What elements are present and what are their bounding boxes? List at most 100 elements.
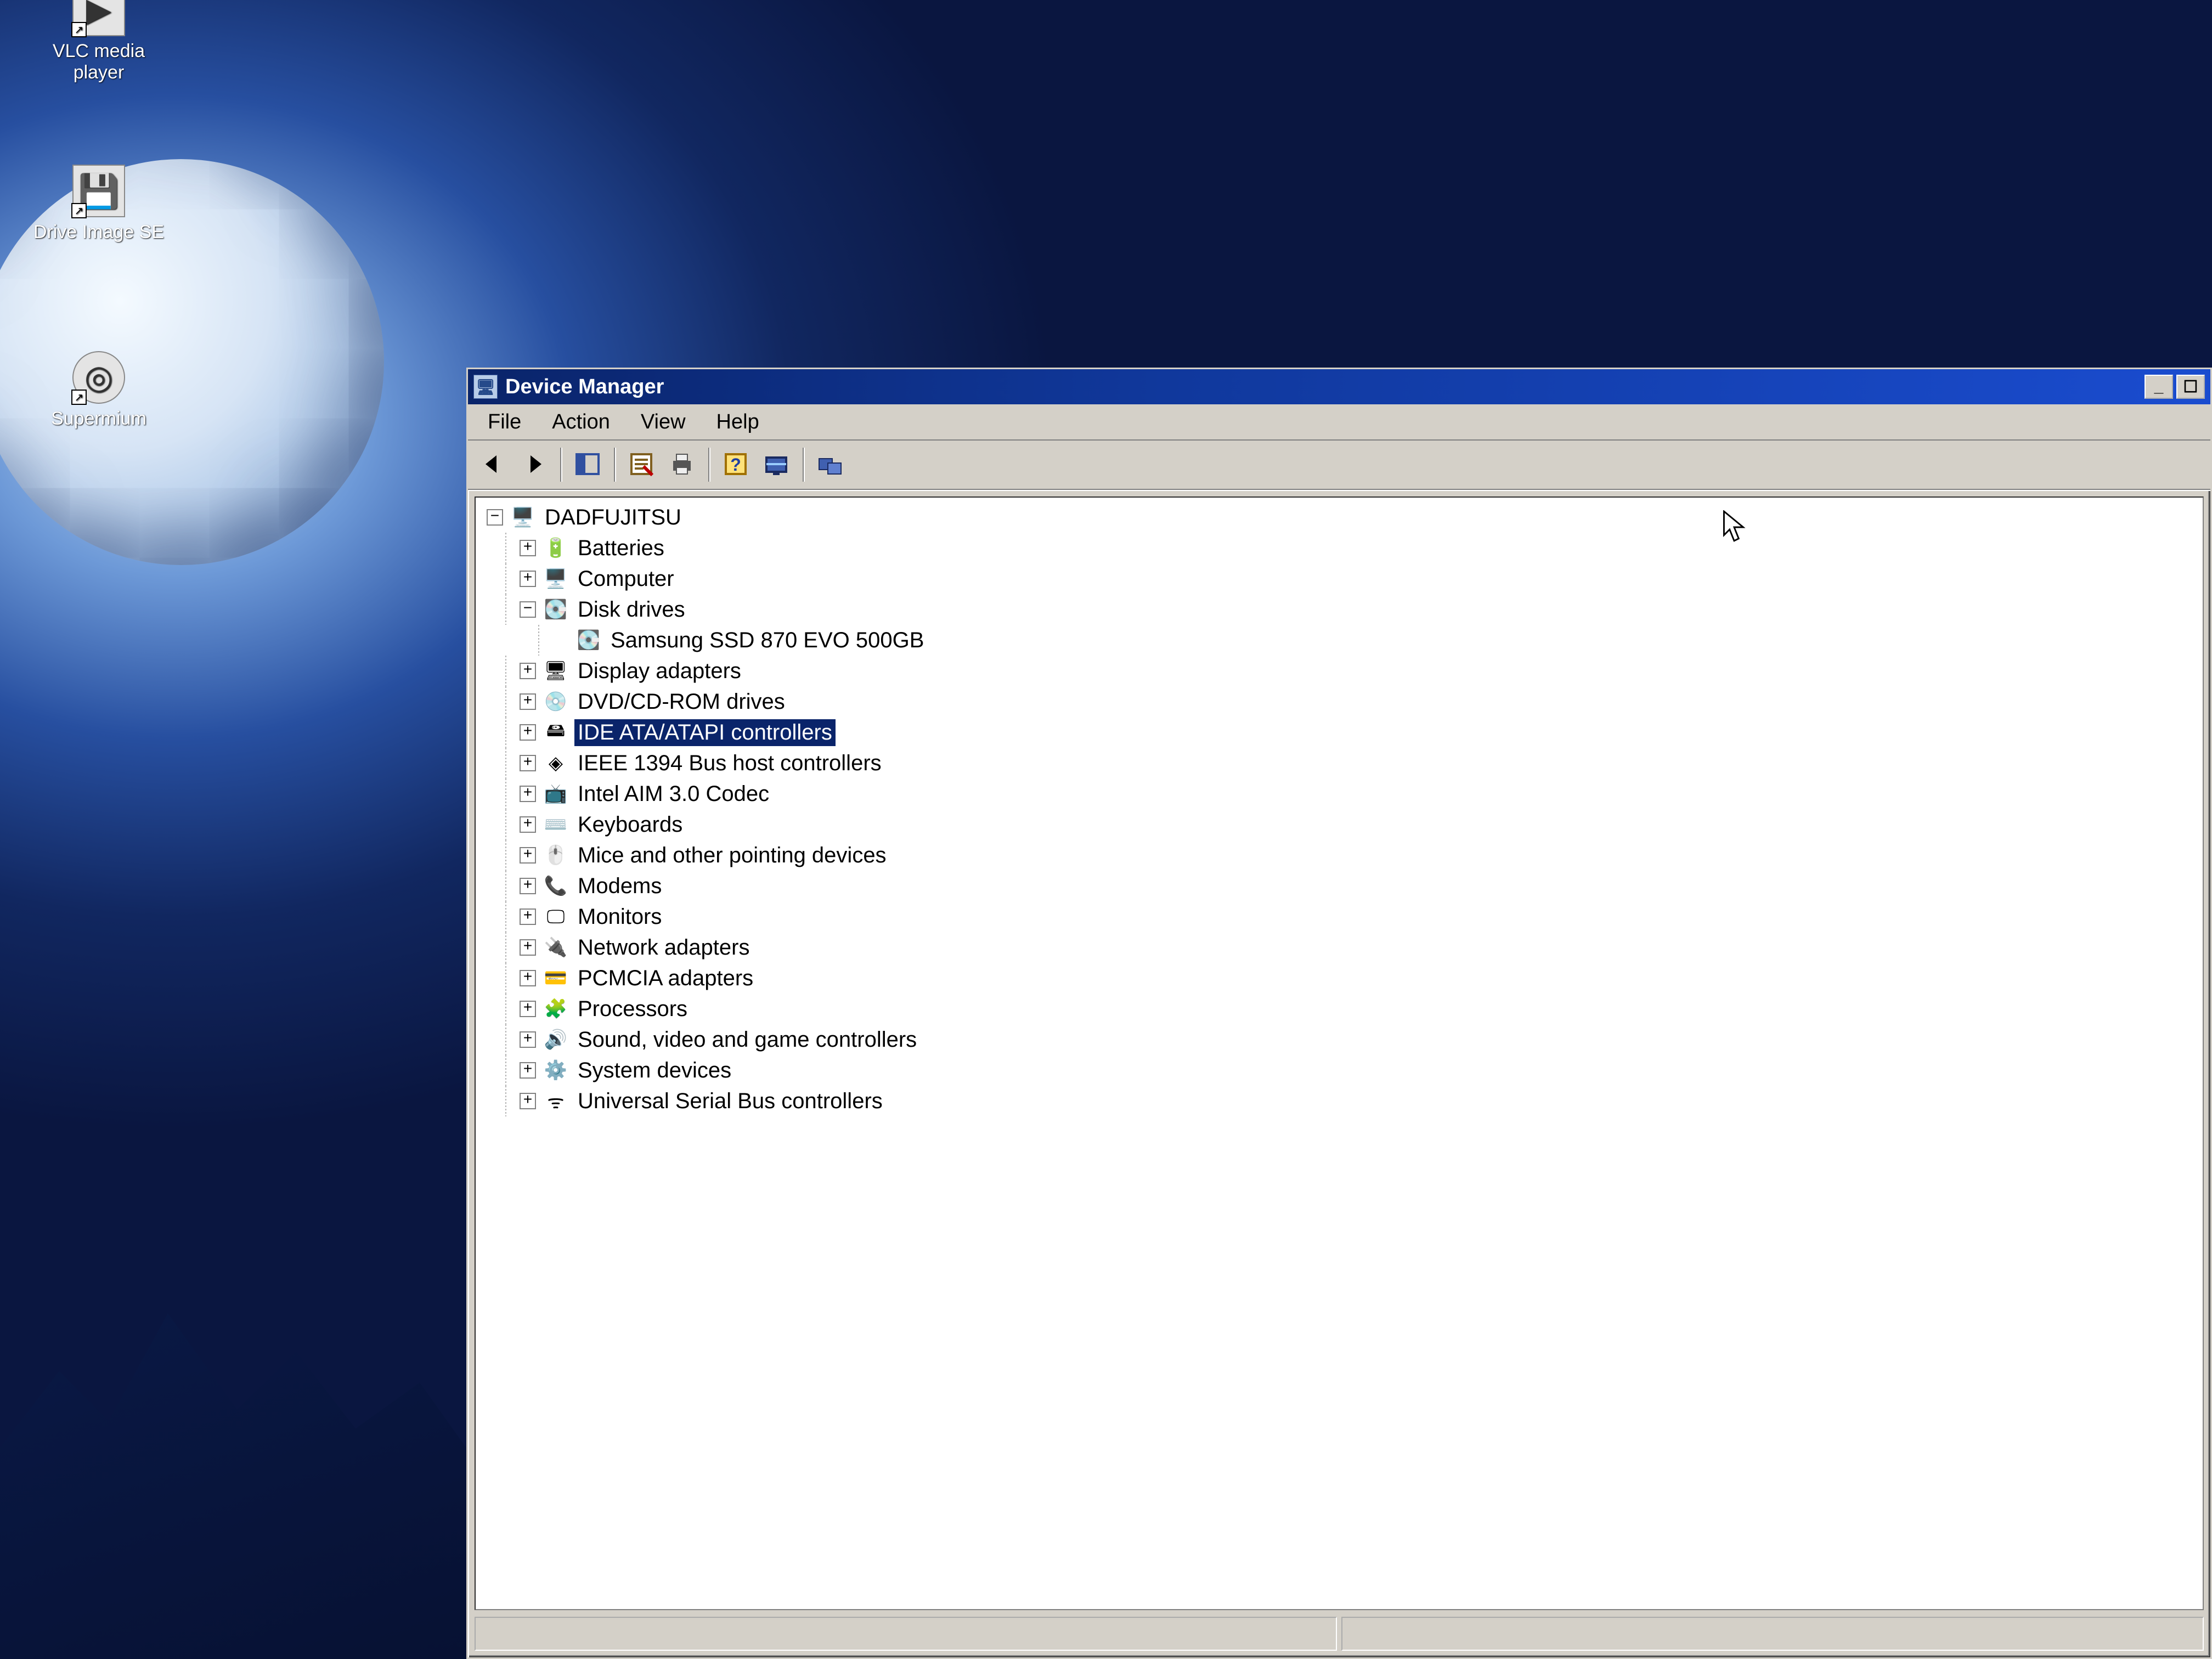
collapse-icon[interactable]: −	[487, 509, 503, 526]
wallpaper-mountains	[0, 1275, 494, 1659]
menu-action[interactable]: Action	[537, 407, 625, 437]
minimize-button[interactable]: _	[2145, 375, 2173, 399]
tree-category[interactable]: +🖴IDE ATA/ATAPI controllers	[476, 717, 2203, 748]
show-hide-tree-button[interactable]	[568, 446, 607, 483]
tree-category[interactable]: +📞Modems	[476, 871, 2203, 901]
tree-category[interactable]: + 🖵Monitors	[476, 901, 2203, 932]
cpu-icon: 🧩	[544, 997, 568, 1021]
tree-category[interactable]: + ⚙️System devices	[476, 1055, 2203, 1086]
properties-button[interactable]	[622, 446, 661, 483]
app-icon: 🖥	[473, 375, 498, 399]
titlebar[interactable]: 🖥 Device Manager _ ☐	[468, 369, 2210, 404]
print-button[interactable]	[662, 446, 702, 483]
tree-category[interactable]: +◈IEEE 1394 Bus host controllers	[476, 748, 2203, 778]
toolbar-separator	[803, 448, 804, 482]
pcmcia-icon: 💳	[544, 966, 568, 990]
device-tree[interactable]: −🖥️DADFUJITSU+🔋Batteries+🖥️Computer−💽Dis…	[475, 496, 2204, 1610]
tree-joint-icon	[552, 632, 569, 648]
tree-category[interactable]: +📺Intel AIM 3.0 Codec	[476, 778, 2203, 809]
arrow-right-icon	[521, 451, 547, 479]
expand-icon[interactable]: +	[520, 939, 536, 956]
remote-computer-button[interactable]	[810, 446, 850, 483]
maximize-button[interactable]: ☐	[2176, 375, 2205, 399]
shortcut-arrow-icon: ↗	[71, 203, 87, 218]
tree-category[interactable]: −💽Disk drives	[476, 594, 2203, 625]
system-icon: ⚙️	[544, 1058, 568, 1082]
tree-category[interactable]: + 💳PCMCIA adapters	[476, 963, 2203, 994]
tree-item-label: DVD/CD-ROM drives	[574, 689, 788, 715]
window-title: Device Manager	[505, 375, 664, 399]
tree-item-label: Keyboards	[574, 811, 686, 838]
desktop-icon-vlc[interactable]: ▶↗ VLC media player	[33, 0, 165, 83]
drive-image-icon: 💾↗	[72, 165, 125, 217]
expand-icon[interactable]: +	[520, 1093, 536, 1109]
cdrom-icon: 💿	[544, 690, 568, 714]
shortcut-arrow-icon: ↗	[71, 22, 87, 37]
tree-item-label: PCMCIA adapters	[574, 965, 757, 992]
tree-item-label: Computer	[574, 566, 678, 592]
help-icon: ?	[723, 451, 749, 479]
tree-root[interactable]: −🖥️DADFUJITSU	[476, 502, 2203, 533]
keyboard-icon: ⌨️	[544, 812, 568, 837]
monitor-icon: 🖵	[544, 905, 568, 929]
vlc-icon: ▶↗	[72, 0, 125, 36]
expand-icon[interactable]: +	[520, 1031, 536, 1048]
expand-icon[interactable]: +	[520, 847, 536, 864]
sound-icon: 🔊	[544, 1028, 568, 1052]
expand-icon[interactable]: +	[520, 724, 536, 741]
expand-icon[interactable]: +	[520, 786, 536, 802]
forward-button[interactable]	[514, 446, 554, 483]
help-button[interactable]: ?	[716, 446, 755, 483]
menu-help[interactable]: Help	[701, 407, 775, 437]
tree-category[interactable]: +🖥️Computer	[476, 563, 2203, 594]
tree-item-label: System devices	[574, 1057, 735, 1084]
desktop-icon-label: Drive Image SE	[33, 222, 165, 243]
tree-item-label: Sound, video and game controllers	[574, 1026, 920, 1053]
menubar: File Action View Help	[468, 404, 2210, 441]
tree-item-label: DADFUJITSU	[541, 504, 685, 531]
tree-item-label: Processors	[574, 996, 691, 1023]
collapse-icon[interactable]: −	[520, 601, 536, 618]
tree-category[interactable]: + ⌨️Keyboards	[476, 809, 2203, 840]
menu-file[interactable]: File	[472, 407, 537, 437]
props-icon	[628, 451, 654, 479]
desktop-icon-supermium[interactable]: ◎↗ Supermium	[33, 351, 165, 430]
expand-icon[interactable]: +	[520, 540, 536, 556]
tree-device[interactable]: 💽Samsung SSD 870 EVO 500GB	[476, 625, 2203, 656]
desktop-icon-driveimage[interactable]: 💾↗ Drive Image SE	[33, 165, 165, 243]
back-button[interactable]	[473, 446, 513, 483]
expand-icon[interactable]: +	[520, 693, 536, 710]
tree-item-label: Monitors	[574, 904, 665, 930]
expand-icon[interactable]: +	[520, 970, 536, 986]
tree-category[interactable]: + 🧩Processors	[476, 994, 2203, 1024]
expand-icon[interactable]: +	[520, 816, 536, 833]
expand-icon[interactable]: +	[520, 755, 536, 771]
tree-category[interactable]: +🖱️Mice and other pointing devices	[476, 840, 2203, 871]
tree-item-label: Samsung SSD 870 EVO 500GB	[607, 627, 927, 654]
expand-icon[interactable]: +	[520, 571, 536, 587]
supermium-icon: ◎↗	[72, 351, 125, 404]
expand-icon[interactable]: +	[520, 878, 536, 894]
tree-item-label: Intel AIM 3.0 Codec	[574, 781, 772, 808]
network-icon: 🔌	[544, 935, 568, 960]
tree-category[interactable]: + 🔊Sound, video and game controllers	[476, 1024, 2203, 1055]
expand-icon[interactable]: +	[520, 663, 536, 679]
tree-category[interactable]: +🔌Network adapters	[476, 932, 2203, 963]
arrow-left-icon	[480, 451, 506, 479]
device-manager-window: 🖥 Device Manager _ ☐ File Action View He…	[466, 368, 2212, 1659]
statusbar	[475, 1617, 2204, 1651]
tree-item-label: Modems	[574, 873, 665, 900]
expand-icon[interactable]: +	[520, 1001, 536, 1017]
scan-hardware-button[interactable]	[757, 446, 796, 483]
firewire-icon: ◈	[544, 751, 568, 775]
tree-category[interactable]: +ᯤUniversal Serial Bus controllers	[476, 1086, 2203, 1116]
tree-category[interactable]: +🖥Display adapters	[476, 656, 2203, 686]
disk-icon: 💽	[577, 628, 601, 652]
menu-view[interactable]: View	[625, 407, 701, 437]
tree-category[interactable]: + 💿DVD/CD-ROM drives	[476, 686, 2203, 717]
status-pane	[475, 1617, 1337, 1651]
expand-icon[interactable]: +	[520, 1062, 536, 1079]
tree-category[interactable]: +🔋Batteries	[476, 533, 2203, 563]
expand-icon[interactable]: +	[520, 909, 536, 925]
display-icon: 🖥	[544, 659, 568, 683]
